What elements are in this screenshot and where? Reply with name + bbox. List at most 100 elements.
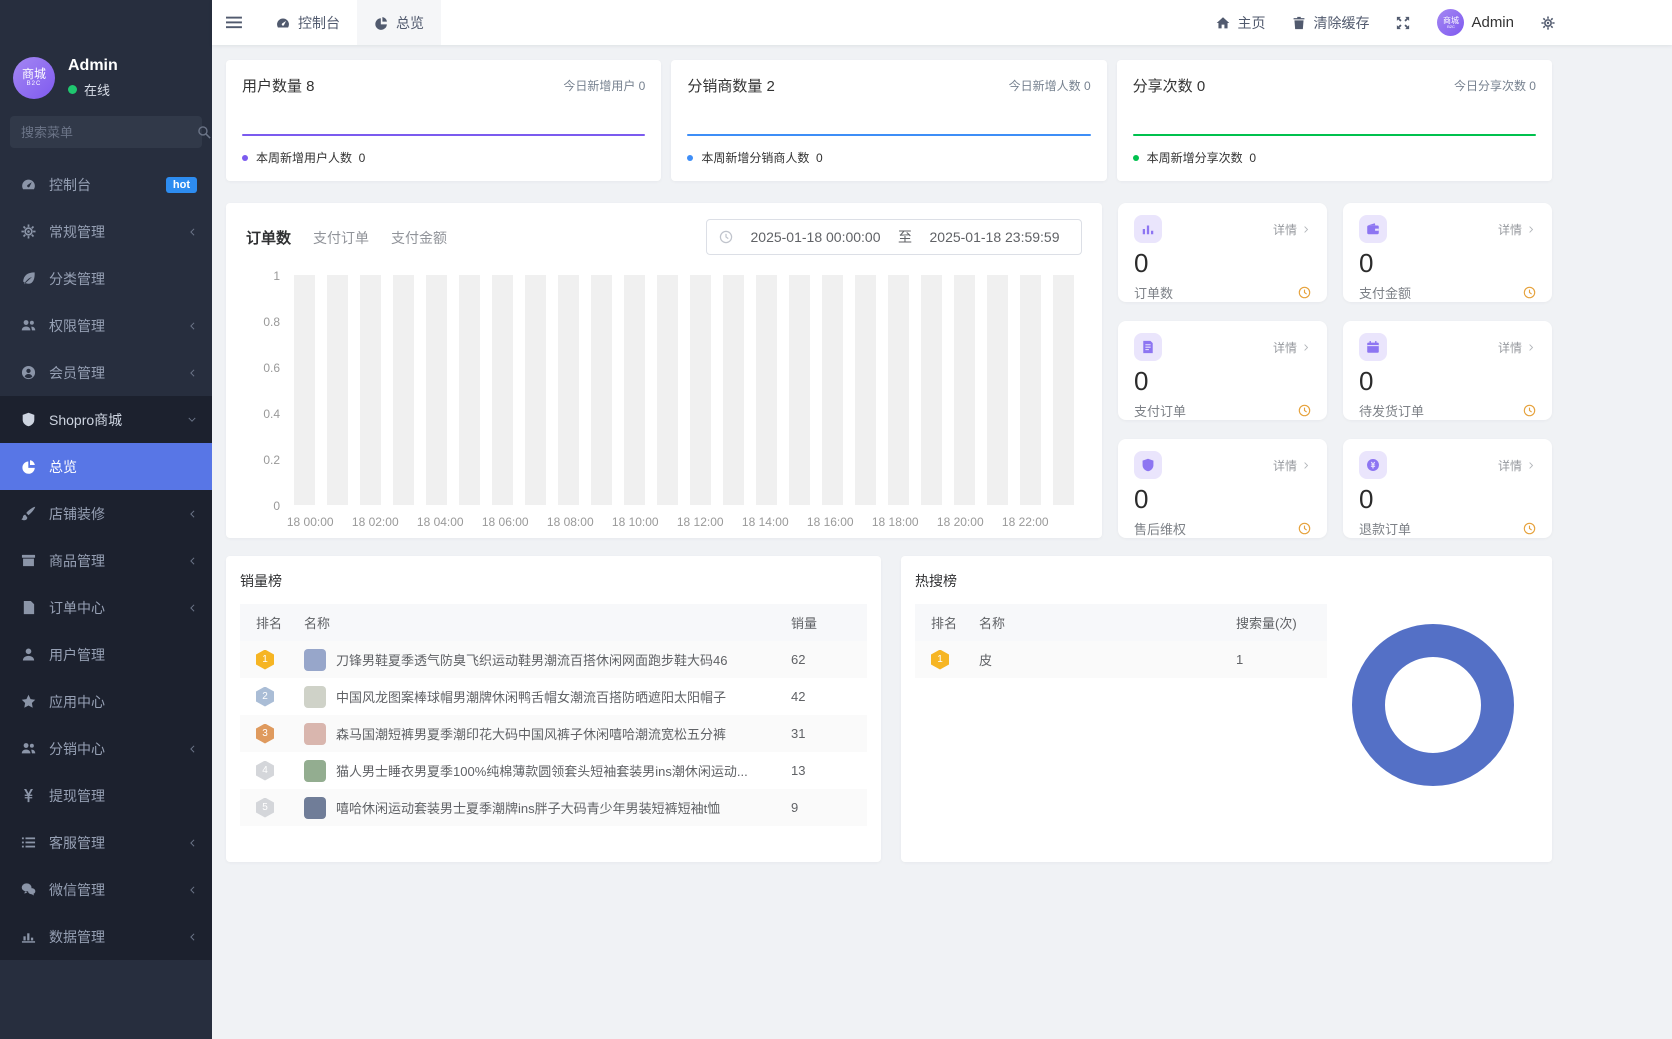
date-to-value[interactable]: 2025-01-18 23:59:59: [920, 229, 1069, 245]
x-axis-tick: 18 20:00: [936, 515, 984, 529]
product-thumbnail: [304, 722, 326, 745]
gauge-icon: [21, 177, 36, 192]
sidebar-item[interactable]: 商品管理: [0, 537, 212, 584]
avatar-subtext: B2C: [26, 81, 42, 88]
order-chart-tab[interactable]: 订单数: [246, 227, 291, 248]
table-row: 1 刀锋男鞋夏季透气防臭飞织运动鞋男潮流百搭休闲网面跑步鞋大码46 62: [240, 641, 867, 678]
detail-link[interactable]: 详情: [1498, 221, 1536, 238]
sidebar-item[interactable]: 订单中心: [0, 584, 212, 631]
order-chart-tab[interactable]: 支付订单: [313, 228, 369, 248]
gauge-icon: [276, 16, 290, 30]
sidebar-item[interactable]: 常规管理: [0, 208, 212, 255]
date-range-picker[interactable]: 2025-01-18 00:00:00 至 2025-01-18 23:59:5…: [706, 219, 1082, 255]
rank-medal-icon: 2: [256, 686, 274, 707]
stat-card-legend: 本周新增分销商人数 0: [687, 149, 1090, 166]
legend-dot-icon: [242, 154, 248, 161]
user-name: Admin: [1471, 14, 1514, 31]
sidebar-item[interactable]: 店铺装修: [0, 490, 212, 537]
clear-cache-button[interactable]: 清除缓存: [1292, 13, 1369, 33]
chart-bar: [525, 275, 546, 505]
clock-icon: [1298, 522, 1311, 535]
chevron-right-icon: [1527, 343, 1536, 352]
stat-card: 分销商数量 2 今日新增人数 0 本周新增分销商人数 0: [671, 60, 1107, 181]
sidebar-item[interactable]: 客服管理: [0, 819, 212, 866]
content-column: 控制台 总览 主页 清除缓存 商城 B2C Admin 用户数量 8 今日新增用…: [212, 0, 1672, 1039]
sidebar-item[interactable]: 用户管理: [0, 631, 212, 678]
list-icon: [21, 835, 36, 850]
order-chart-panel: 订单数 支付订单 支付金额 2025-01-18 00:00:00 至 2025-0…: [226, 203, 1102, 538]
sidebar-item-label: 常规管理: [49, 223, 105, 240]
rank-medal-icon: 1: [256, 649, 274, 670]
sidebar-item-label: 会员管理: [49, 364, 105, 381]
topbar-tab[interactable]: 控制台: [259, 0, 357, 45]
row-name: 猫人男士睡衣男夏季100%纯棉薄款圆领套头短袖套装男ins潮休闲运动...: [336, 764, 748, 779]
stat-label: 支付金额: [1359, 286, 1412, 301]
sidebar-item[interactable]: 分类管理: [0, 255, 212, 302]
home-button[interactable]: 主页: [1216, 13, 1265, 33]
calendar-icon: [1359, 333, 1387, 361]
date-from-value[interactable]: 2025-01-18 00:00:00: [741, 229, 890, 245]
online-dot-icon: [68, 85, 77, 94]
chart-icon: [21, 929, 36, 944]
sidebar-item[interactable]: 微信管理: [0, 866, 212, 913]
date-separator: 至: [898, 229, 912, 245]
user-menu[interactable]: 商城 B2C Admin: [1437, 9, 1514, 36]
topbar-tab[interactable]: 总览: [357, 0, 441, 45]
order-bar-chart: 1 0.8 0.6 0.4 0.2 0 18 00:00 18 02:00 18 04:00 18…: [246, 269, 1082, 531]
legend-label: 本周新增分享次数 0: [1146, 151, 1256, 165]
order-chart-tab[interactable]: 支付金额: [391, 228, 447, 248]
stat-card-title: 分销商数量 2: [687, 78, 775, 95]
sidebar-item[interactable]: 提现管理: [0, 772, 212, 819]
clear-cache-label: 清除缓存: [1313, 14, 1370, 31]
sidebar-item-label: 商品管理: [49, 552, 105, 569]
file-icon: [21, 600, 36, 615]
stat-card-legend: 本周新增用户人数 0: [242, 149, 645, 166]
pie-icon: [21, 459, 36, 474]
sparkline: [1132, 134, 1536, 136]
header-value: 搜索量(次): [1236, 616, 1297, 631]
detail-label: 详情: [1272, 340, 1297, 355]
search-input[interactable]: [21, 124, 197, 140]
detail-label: 详情: [1272, 222, 1297, 237]
fullscreen-button[interactable]: [1396, 16, 1410, 30]
detail-label: 详情: [1497, 340, 1522, 355]
chart-bar: [426, 275, 447, 505]
row-name: 森马国潮短裤男夏季潮印花大码中国风裤子休闲嘻哈潮流宽松五分裤: [336, 727, 727, 742]
bar-chart-icon: [1134, 215, 1162, 243]
sidebar-item[interactable]: 会员管理: [0, 349, 212, 396]
row-name: 中国风龙图案棒球帽男潮牌休闲鸭舌帽女潮流百搭防晒遮阳太阳帽子: [336, 690, 727, 705]
sidebar-item[interactable]: 总览: [0, 443, 212, 490]
sidebar-search: [10, 116, 211, 148]
detail-link[interactable]: 详情: [1273, 221, 1311, 238]
settings-button[interactable]: [1541, 15, 1555, 30]
home-label: 主页: [1237, 14, 1266, 31]
hot-badge: hot: [165, 176, 197, 193]
detail-link[interactable]: 详情: [1273, 339, 1311, 356]
sidebar-item[interactable]: 数据管理: [0, 913, 212, 960]
table-row: 5 嘻哈休闲运动套装男士夏季潮牌ins胖子大码青少年男装短裤短袖t恤 9: [240, 789, 867, 826]
rank-medal-icon: 5: [256, 797, 274, 818]
hamburger-menu-icon[interactable]: [212, 14, 259, 31]
sidebar-group-shopro[interactable]: Shopro商城: [0, 396, 212, 443]
x-axis-tick: 18 06:00: [481, 515, 529, 529]
chevron-left-icon: [187, 932, 197, 942]
sidebar-item[interactable]: 应用中心: [0, 678, 212, 725]
chart-bar: [789, 275, 810, 505]
detail-link[interactable]: 详情: [1273, 457, 1311, 474]
chevron-left-icon: [187, 321, 197, 331]
stat-card-legend: 本周新增分享次数 0: [1132, 149, 1536, 166]
detail-link[interactable]: 详情: [1498, 457, 1536, 474]
x-axis-tick: 18 18:00: [871, 515, 919, 529]
sidebar-item[interactable]: 权限管理: [0, 302, 212, 349]
header-rank: 排名: [256, 616, 283, 631]
sidebar-item[interactable]: 分销中心: [0, 725, 212, 772]
wechat-icon: [21, 882, 36, 897]
chart-bar: [657, 275, 678, 505]
sidebar-item-label: 分类管理: [49, 270, 105, 287]
x-axis: 18 00:00 18 02:00 18 04:00 18 06:00 18 08:00…: [287, 515, 1074, 531]
sidebar-item[interactable]: 控制台 hot: [0, 161, 212, 208]
stat-label: 售后维权: [1134, 522, 1187, 537]
chevron-right-icon: [1527, 225, 1536, 234]
stat-value: 0: [1359, 484, 1374, 514]
detail-link[interactable]: 详情: [1498, 339, 1536, 356]
